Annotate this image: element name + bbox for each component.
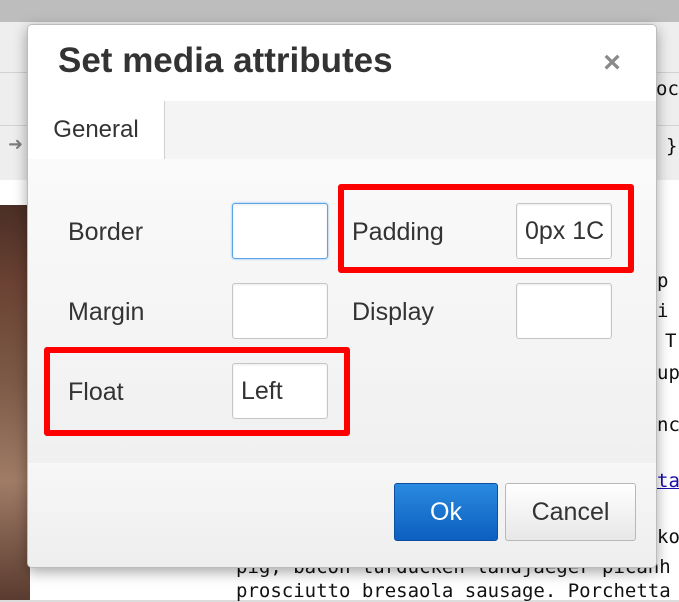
content-text: p [657, 270, 669, 292]
general-form: Border Padding Margin Display Float [28, 159, 656, 464]
content-link[interactable]: ta [657, 470, 679, 492]
content-text: up [657, 362, 679, 384]
display-label: Display [352, 298, 434, 326]
content-text: prosciutto bresaola sausage. Porchetta [236, 580, 671, 602]
float-input[interactable] [232, 363, 328, 419]
border-input[interactable] [232, 203, 328, 259]
set-media-attributes-dialog: Set media attributes × General Border Pa… [27, 24, 657, 568]
dialog-footer: Ok Cancel [28, 463, 656, 567]
tab-general[interactable]: General [28, 101, 165, 159]
dialog-title: Set media attributes [58, 41, 393, 80]
arrow-right-icon: ➜ [8, 134, 24, 155]
content-text: T [665, 330, 677, 352]
editor-top-bar [0, 0, 679, 23]
margin-label: Margin [68, 298, 145, 326]
padding-input[interactable] [516, 203, 612, 259]
ok-button[interactable]: Ok [394, 483, 498, 541]
content-text: ko [657, 526, 679, 548]
toolbar-fragment: oc [656, 78, 679, 100]
padding-label: Padding [352, 218, 444, 246]
tab-bar: General [28, 101, 656, 160]
content-text: i a [657, 300, 679, 322]
close-icon[interactable]: × [594, 45, 630, 81]
border-label: Border [68, 218, 144, 246]
float-label: Float [68, 378, 124, 406]
margin-input[interactable] [232, 283, 328, 339]
cancel-button[interactable]: Cancel [505, 483, 636, 541]
toolbar-fragment: } [666, 135, 678, 157]
content-photo [0, 205, 30, 600]
display-input[interactable] [516, 283, 612, 339]
content-text: nc [657, 414, 679, 436]
dialog-header: Set media attributes × [28, 25, 656, 102]
